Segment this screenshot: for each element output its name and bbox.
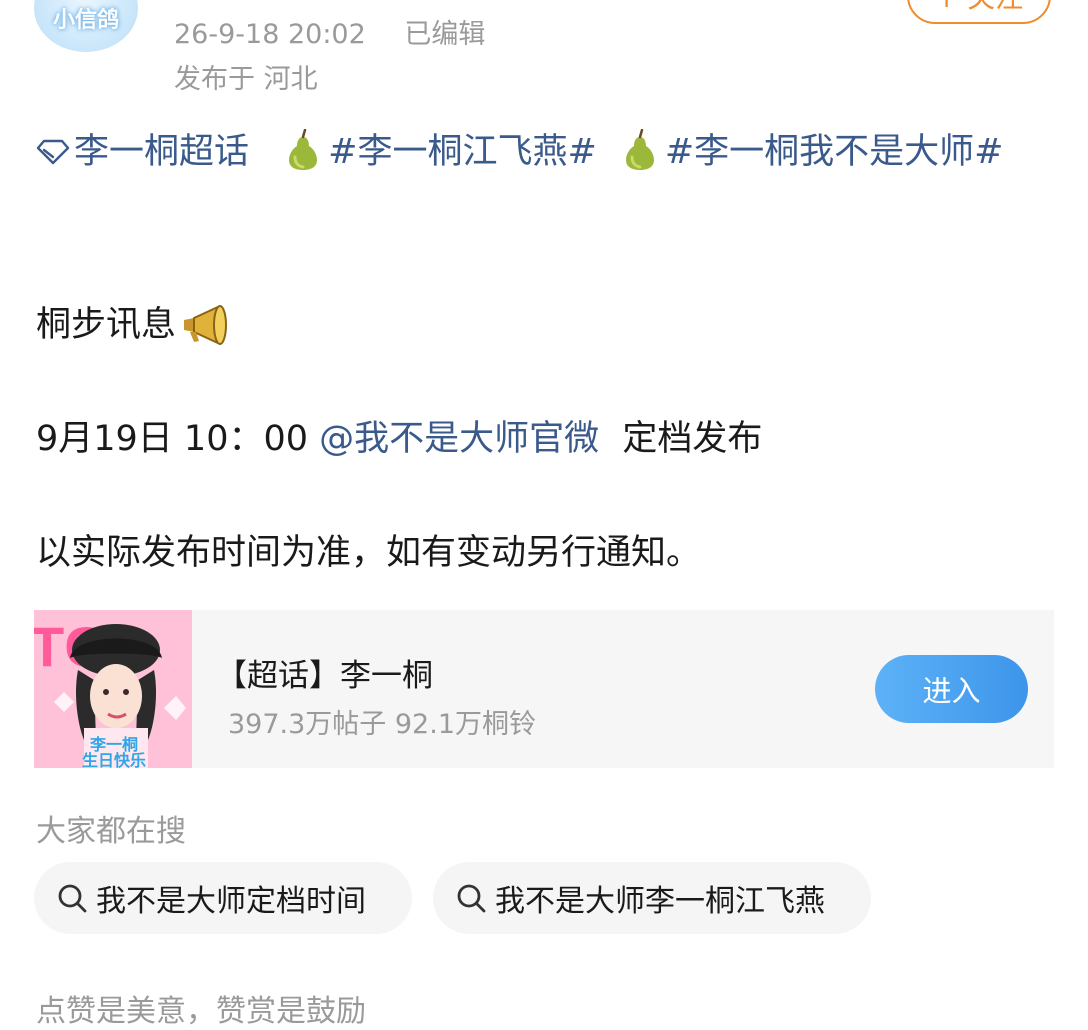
trending-search-chip[interactable]: 我不是大师定档时间 [34, 862, 412, 934]
trending-search-chip[interactable]: 我不是大师李一桐江飞燕 [433, 862, 871, 934]
post-location: 发布于 河北 [174, 64, 318, 95]
super-topic-link[interactable]: 李一桐超话 [36, 132, 260, 172]
svg-text:生日快乐: 生日快乐 [82, 751, 146, 768]
follow-button[interactable]: + 关注 [907, 0, 1051, 24]
reward-prompt-text: 点赞是美意，赞赏是鼓励 [36, 994, 366, 1029]
hashtag-link[interactable]: #李一桐我不是大师# [665, 132, 1004, 172]
post-line: 桐步讯息 [36, 296, 232, 347]
search-icon [58, 884, 87, 913]
post-line: 9月19日 10：00 @我不是大师官微 定档发布 [36, 410, 762, 461]
enter-button[interactable]: 进入 [875, 655, 1028, 723]
megaphone-icon [184, 305, 228, 345]
post-meta: 26-9-18 20:02 已编辑 [174, 12, 485, 51]
super-topic-stats: 397.3万帖子 92.1万桐铃 [228, 709, 536, 740]
post-line-text: 桐步讯息 [36, 305, 177, 345]
post-line-text: 定档发布 [622, 419, 763, 459]
edited-label[interactable]: 已编辑 [404, 19, 485, 50]
super-topic-card[interactable]: TG 李一桐 生日快乐 【超话】李一桐 397.3万帖子 92.1万桐铃 进入 [34, 610, 1054, 768]
trending-searches-heading: 大家都在搜 [36, 814, 186, 849]
post-timestamp: 26-9-18 20:02 [174, 19, 366, 50]
hashtag-link[interactable]: #李一桐江飞燕# [328, 132, 597, 172]
super-topic-cover-image: TG 李一桐 生日快乐 [34, 610, 192, 768]
super-topic-title: 【超话】李一桐 [216, 658, 433, 694]
trending-search-label: 我不是大师定档时间 [96, 884, 366, 919]
super-topic-label: 李一桐超话 [74, 132, 250, 172]
post-tags: 李一桐超话 #李一桐江飞燕# #李一桐我不是大师# [36, 124, 1056, 180]
enter-label: 进入 [922, 674, 981, 708]
cover-illustration: TG 李一桐 生日快乐 [34, 610, 192, 768]
follow-label: + 关注 [935, 0, 1023, 16]
post-line: 以实际发布时间为准，如有变动另行通知。 [36, 533, 702, 573]
post-line-text: 9月19日 10：00 [36, 419, 309, 459]
pear-icon [625, 129, 654, 170]
avatar-text: 小信鸽 [52, 8, 119, 33]
search-icon [457, 884, 486, 913]
avatar[interactable]: 小信鸽 [34, 0, 138, 52]
trending-search-label: 我不是大师李一桐江飞燕 [495, 884, 825, 919]
diamond-icon [36, 139, 70, 165]
mention-link[interactable]: @我不是大师官微 [319, 419, 599, 459]
pear-icon [289, 129, 318, 170]
